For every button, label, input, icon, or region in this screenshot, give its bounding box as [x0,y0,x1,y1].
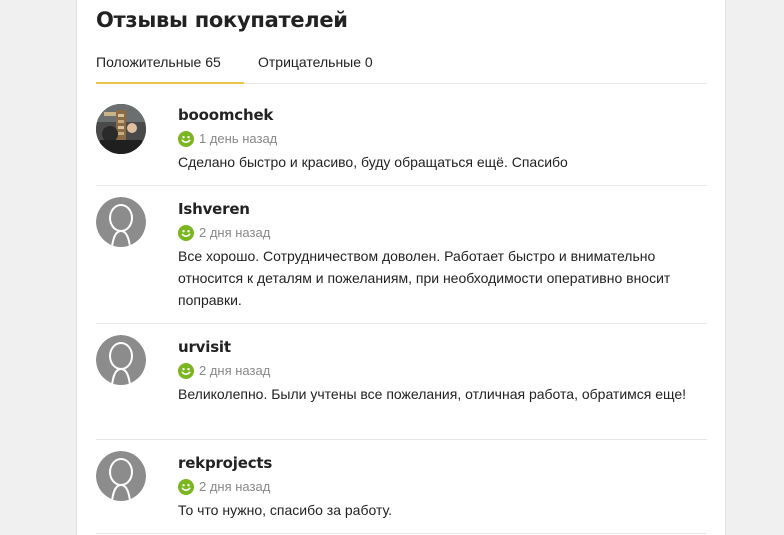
avatar[interactable] [96,104,146,154]
review-time: 1 день назад [199,131,278,146]
review-item: booomchek 1 день назад Сделано быстро и … [96,84,707,186]
positive-smile-icon [178,363,194,379]
positive-smile-icon [178,479,194,495]
review-text: Сделано быстро и красиво, буду обращатьс… [178,154,568,170]
tab-negative[interactable]: Отрицательные 0 [258,52,373,82]
default-avatar-icon [96,197,146,247]
review-time: 2 дня назад [199,363,271,378]
reviews-card: Отзывы покупателей Положительные 65 Отри… [76,0,726,535]
review-tabs: Положительные 65 Отрицательные 0 [96,52,707,84]
review-text: Великолепно. Были учтены все пожелания, … [178,386,687,402]
reviewer-name[interactable]: urvisit [178,338,231,356]
reviewer-name[interactable]: rekprojects [178,454,272,472]
reviewer-name[interactable]: Ishveren [178,200,250,218]
review-item: urvisit 2 дня назад Великолепно. Были уч… [96,324,707,440]
review-item: rekprojects 2 дня назад То что нужно, сп… [96,440,707,534]
positive-smile-icon [178,131,194,147]
avatar[interactable] [96,451,146,501]
default-avatar-icon [96,335,146,385]
page-title: Отзывы покупателей [96,8,348,32]
review-text: Все хорошо. Сотрудничеством доволен. Раб… [178,248,671,308]
positive-smile-icon [178,225,194,241]
review-time: 2 дня назад [199,225,271,240]
tab-positive[interactable]: Положительные 65 [96,52,244,84]
avatar[interactable] [96,197,146,247]
review-text: То что нужно, спасибо за работу. [178,502,393,518]
user-photo-icon [96,104,146,154]
avatar[interactable] [96,335,146,385]
review-item: Ishveren 2 дня назад Все хорошо. Сотрудн… [96,186,707,324]
review-time: 2 дня назад [199,479,271,494]
reviewer-name[interactable]: booomchek [178,106,273,124]
default-avatar-icon [96,451,146,501]
